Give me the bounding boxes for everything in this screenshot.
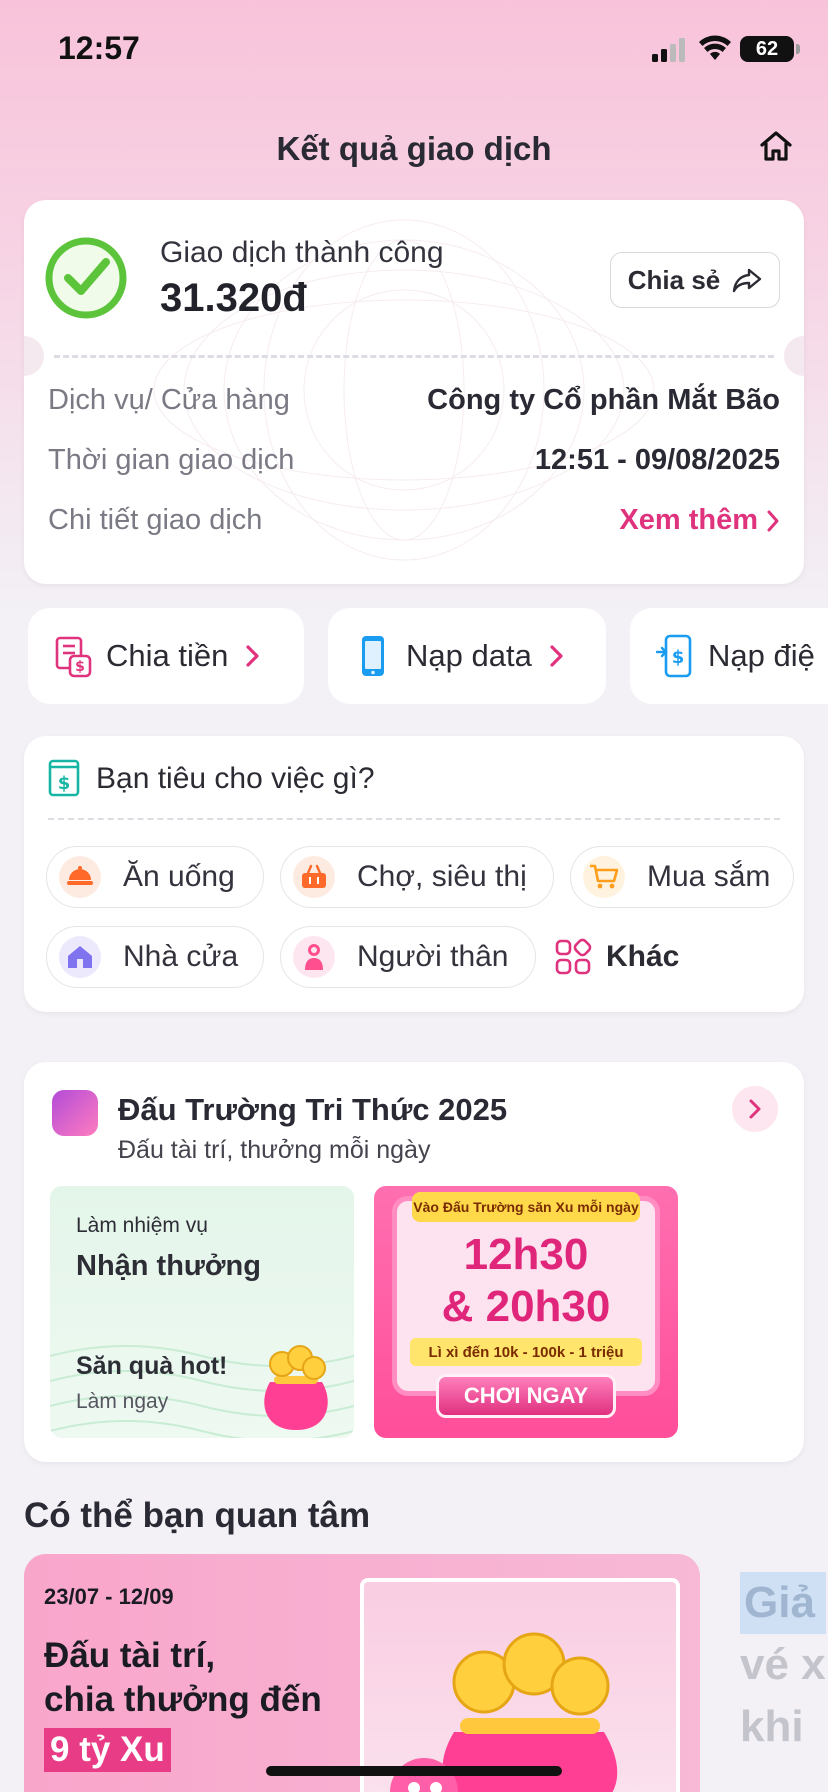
svg-text:$: $ <box>672 647 685 668</box>
quick-action-label: Nạp điệ <box>708 638 815 673</box>
promo-banner[interactable]: 23/07 - 12/09 Đấu tài trí, chia thưởng đ… <box>24 1554 700 1792</box>
ticket-divider <box>54 355 774 358</box>
page-header: Kết quả giao dịch <box>0 118 828 178</box>
task-line2: Nhận thưởng <box>76 1250 261 1282</box>
share-arrow-icon <box>733 268 762 293</box>
promo-tag: Vào Đấu Trường săn Xu mỗi ngày <box>412 1192 640 1222</box>
status-time: 12:57 <box>58 30 140 66</box>
peek-line3: khi <box>740 1702 804 1751</box>
category-food[interactable]: Ăn uống <box>46 846 264 908</box>
person-icon <box>293 936 335 978</box>
money-bag-icon <box>264 1345 328 1430</box>
category-label: Ăn uống <box>123 860 235 893</box>
promo-time-2: & 20h30 <box>441 1282 611 1331</box>
play-now-button[interactable]: CHƠI NGAY <box>436 1374 616 1418</box>
spending-category-card: $ Bạn tiêu cho việc gì? Ăn uống Chợ, siê… <box>24 736 804 1012</box>
chevron-right-icon <box>767 510 779 531</box>
play-now-banner[interactable]: Vào Đấu Trường săn Xu mỗi ngày 12h30 & 2… <box>374 1186 678 1438</box>
share-label: Chia sẻ <box>627 264 721 295</box>
coin-bag-illustration <box>390 1632 618 1792</box>
category-shopping[interactable]: Mua sắm <box>570 846 794 908</box>
promo-subtext: Lì xì đến 10k - 100k - 1 triệu <box>410 1338 642 1366</box>
banner-highlight: 9 tỷ Xu <box>44 1728 171 1772</box>
cellular-signal-icon <box>652 38 685 62</box>
suggestions-title: Có thể bạn quan tâm <box>24 1496 371 1535</box>
phone-icon <box>362 636 384 676</box>
detail-row-time: Thời gian giao dịch 12:51 - 09/08/2025 <box>48 444 780 477</box>
page-title: Kết quả giao dịch <box>276 130 552 167</box>
house-icon <box>59 936 101 978</box>
wifi-icon <box>699 35 731 60</box>
arena-open-button[interactable] <box>732 1086 778 1132</box>
knowledge-arena-card[interactable]: Đấu Trường Tri Thức 2025 Đấu tài trí, th… <box>24 1062 804 1462</box>
category-label: Mua sắm <box>647 860 771 893</box>
quick-action-label: Nạp data <box>406 638 532 673</box>
task-line3: Săn quà hot! <box>76 1352 228 1380</box>
banner-line2: chia thưởng đến <box>44 1680 322 1719</box>
arena-subtitle: Đấu tài trí, thưởng mỗi ngày <box>118 1136 431 1164</box>
banner-artwork <box>360 1578 680 1792</box>
quick-action-label: Chia tiền <box>106 638 229 673</box>
home-indicator[interactable] <box>266 1766 562 1776</box>
banner-headline: Đấu tài trí, chia thưởng đến <box>44 1634 322 1722</box>
grid-icon <box>555 938 592 975</box>
merchant-label: Dịch vụ/ Cửa hàng <box>48 384 290 416</box>
share-button[interactable]: Chia sẻ <box>610 252 780 308</box>
task-line1: Làm nhiệm vụ <box>76 1214 208 1237</box>
battery-indicator: 62 <box>740 36 794 62</box>
detail-row-details: Chi tiết giao dịch Xem thêm <box>48 504 780 537</box>
split-bill-icon: $ <box>55 636 92 678</box>
receipt-dollar-icon: $ <box>48 759 80 797</box>
ticket-notch-right <box>784 336 804 376</box>
transaction-amount: 31.320đ <box>160 276 307 320</box>
phone-dollar-icon: $ <box>656 634 692 678</box>
transaction-status: Giao dịch thành công <box>160 236 444 269</box>
see-more-label: Xem thêm <box>619 504 758 536</box>
chevron-right-icon <box>749 1099 761 1119</box>
quick-action-top-up-data[interactable]: Nạp data <box>328 608 606 704</box>
other-label: Khác <box>606 940 680 973</box>
promo-time-1: 12h30 <box>463 1230 589 1279</box>
battery-tip <box>796 44 800 54</box>
arena-title: Đấu Trường Tri Thức 2025 <box>118 1092 508 1127</box>
quick-action-top-up-phone[interactable]: $ Nạp điệ <box>630 608 828 704</box>
home-icon[interactable] <box>756 126 796 166</box>
time-label: Thời gian giao dịch <box>48 444 295 476</box>
peek-line1: Giả <box>740 1572 826 1634</box>
details-label: Chi tiết giao dịch <box>48 504 263 536</box>
merchant-value: Công ty Cổ phần Mắt Bão <box>427 384 780 416</box>
category-label: Chợ, siêu thị <box>357 860 527 893</box>
quick-action-split-bill[interactable]: $ Chia tiền <box>28 608 304 704</box>
category-other[interactable]: Khác <box>554 926 679 988</box>
category-grocery[interactable]: Chợ, siêu thị <box>280 846 554 908</box>
category-home[interactable]: Nhà cửa <box>46 926 264 988</box>
success-check-icon <box>45 237 127 319</box>
category-label: Người thân <box>357 940 509 973</box>
next-banner-peek[interactable]: Giả vé x khi <box>740 1572 826 1758</box>
cart-icon <box>583 856 625 898</box>
task-line4: Làm ngay <box>76 1390 169 1413</box>
see-more-link[interactable]: Xem thêm <box>619 504 780 537</box>
transaction-result-card: Giao dịch thành công 31.320đ Chia sẻ Dịc… <box>24 200 804 584</box>
category-family[interactable]: Người thân <box>280 926 536 988</box>
banner-date: 23/07 - 12/09 <box>44 1584 174 1609</box>
food-icon <box>59 856 101 898</box>
status-bar: 12:57 62 <box>0 0 828 100</box>
category-label: Nhà cửa <box>123 940 239 973</box>
task-reward-tile[interactable]: Làm nhiệm vụ Nhận thưởng Săn quà hot! Là… <box>50 1186 354 1438</box>
banner-line1: Đấu tài trí, <box>44 1636 216 1675</box>
detail-row-merchant: Dịch vụ/ Cửa hàng Công ty Cổ phần Mắt Bã… <box>48 384 780 417</box>
ticket-notch-left <box>24 336 44 376</box>
spending-divider <box>48 818 780 820</box>
arena-logo-icon <box>52 1090 98 1136</box>
time-value: 12:51 - 09/08/2025 <box>534 444 780 476</box>
peek-line2: vé x <box>740 1640 826 1689</box>
basket-icon <box>293 856 335 898</box>
chevron-right-icon <box>550 645 563 667</box>
svg-text:$: $ <box>58 773 71 794</box>
spending-question: Bạn tiêu cho việc gì? <box>96 762 375 795</box>
svg-text:$: $ <box>75 659 85 675</box>
chevron-right-icon <box>246 645 259 667</box>
